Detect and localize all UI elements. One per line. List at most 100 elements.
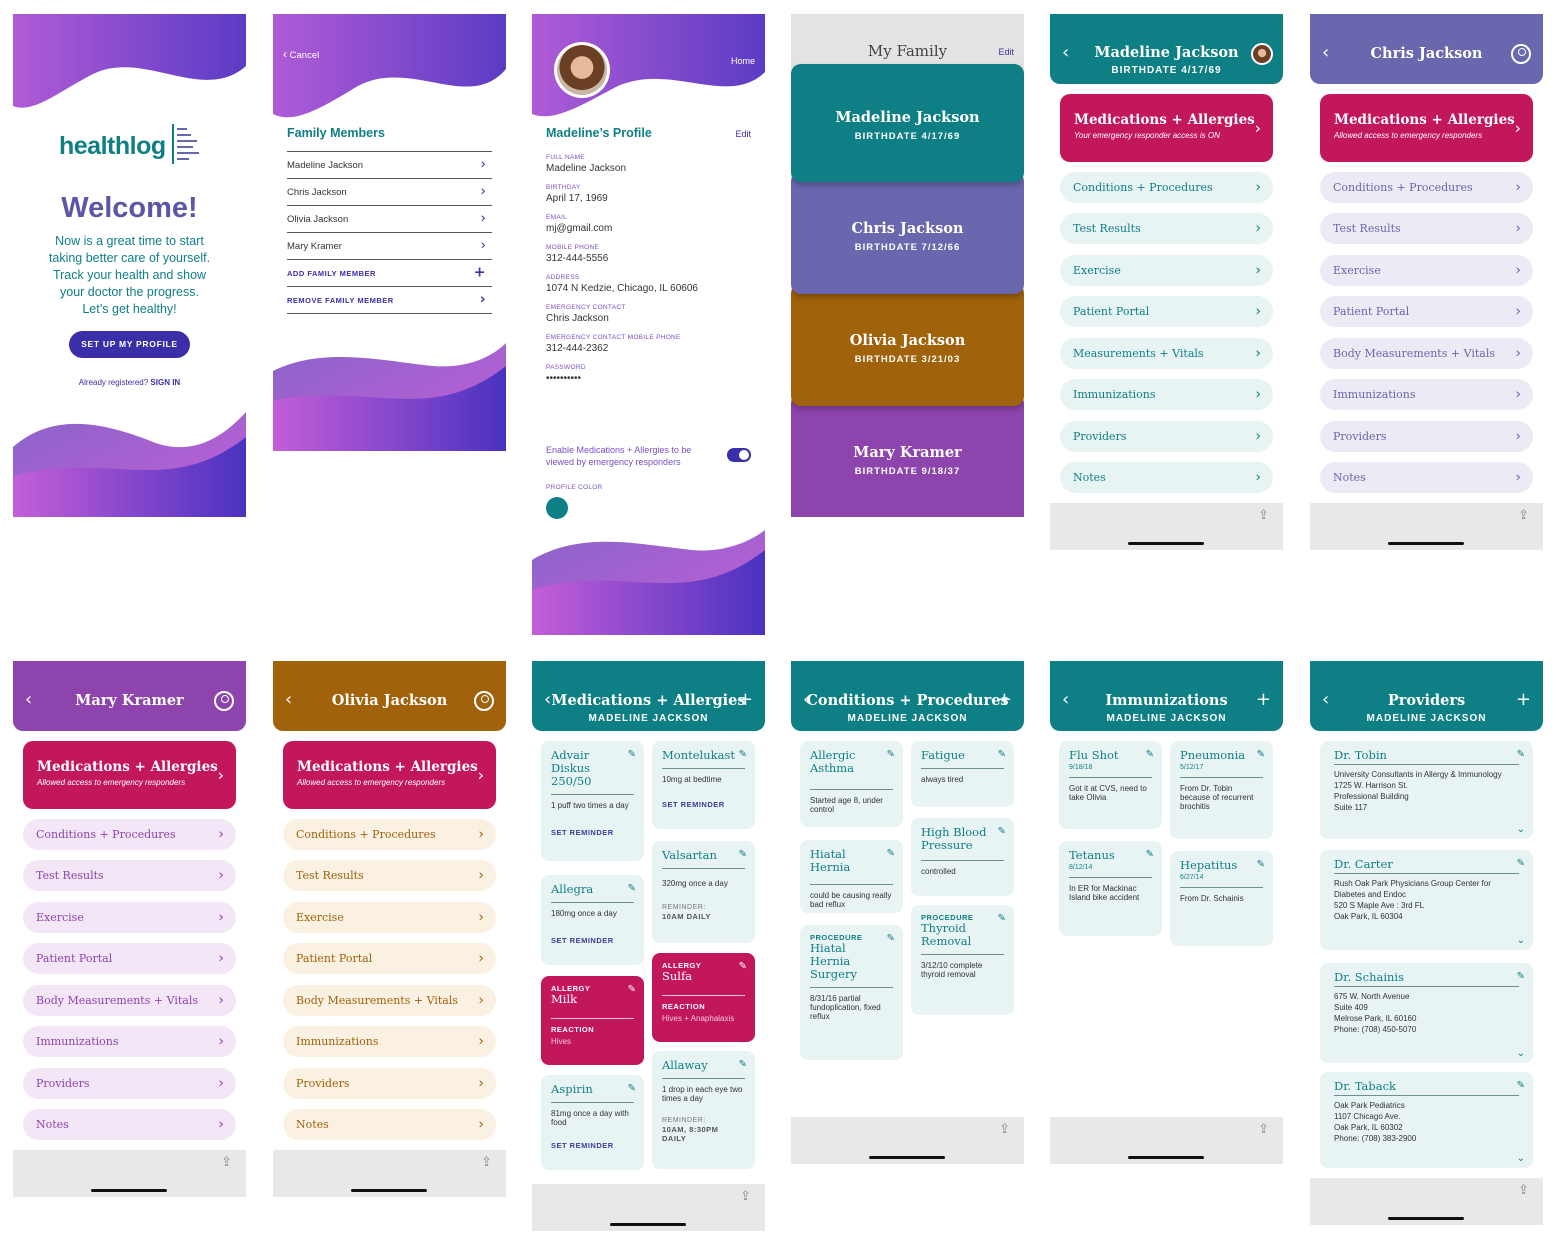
pencil-icon[interactable]: ✎ xyxy=(628,749,636,760)
plus-icon[interactable]: + xyxy=(997,689,1012,710)
cancel-button[interactable]: ‹ Cancel xyxy=(283,47,319,61)
set-reminder-link[interactable]: SET REMINDER xyxy=(551,828,634,837)
remove-family-member-button[interactable]: REMOVE FAMILY MEMBER › xyxy=(287,287,492,314)
family-card-chris[interactable]: Chris Jackson BIRTHDATE 7/12/66 xyxy=(791,172,1024,294)
menu-item-conditions[interactable]: Conditions + Procedures › xyxy=(283,819,496,850)
menu-item-test-results[interactable]: Test Results › xyxy=(283,860,496,891)
pencil-icon[interactable]: ✎ xyxy=(1517,1080,1525,1091)
menu-item-immunizations[interactable]: Immunizations › xyxy=(1320,379,1533,410)
emergency-toggle[interactable] xyxy=(727,448,751,462)
back-icon[interactable]: ‹ xyxy=(1322,42,1329,63)
add-family-member-button[interactable]: ADD FAMILY MEMBER + xyxy=(287,260,492,287)
med-card-aspirin[interactable]: Aspirin ✎ 81mg once a day with food SET R… xyxy=(541,1075,644,1170)
user-icon[interactable] xyxy=(1511,44,1531,64)
menu-item-measurements[interactable]: Body Measurements + Vitals › xyxy=(283,985,496,1016)
pencil-icon[interactable]: ✎ xyxy=(628,984,636,995)
menu-item-exercise[interactable]: Exercise › xyxy=(283,902,496,933)
avatar[interactable] xyxy=(554,42,610,98)
pencil-icon[interactable]: ✎ xyxy=(998,749,1006,760)
med-card-montelukast[interactable]: Montelukast ✎ 10mg at bedtime SET REMINDE… xyxy=(652,741,755,829)
pencil-icon[interactable]: ✎ xyxy=(739,1059,747,1070)
family-card-mary[interactable]: Mary Kramer BIRTHDATE 9/18/37 xyxy=(791,394,1024,517)
member-row[interactable]: Chris Jackson › xyxy=(287,179,492,206)
pencil-icon[interactable]: ✎ xyxy=(739,961,747,972)
medications-allergies-button[interactable]: Medications + Allergies Allowed access t… xyxy=(1320,94,1533,162)
menu-item-patient-portal[interactable]: Patient Portal › xyxy=(283,943,496,974)
menu-item-notes[interactable]: Notes › xyxy=(23,1109,236,1140)
menu-item-conditions[interactable]: Conditions + Procedures › xyxy=(1060,172,1273,203)
address-value[interactable]: 1074 N Kedzie, Chicago, IL 60606 xyxy=(546,283,751,294)
family-card-madeline[interactable]: Madeline Jackson BIRTHDATE 4/17/69 xyxy=(791,64,1024,182)
back-icon[interactable]: ‹ xyxy=(544,689,551,710)
condition-card-hernia[interactable]: Hiatal Hernia ✎ could be causing really b… xyxy=(800,840,903,913)
pencil-icon[interactable]: ✎ xyxy=(628,1083,636,1094)
menu-item-patient-portal[interactable]: Patient Portal › xyxy=(23,943,236,974)
condition-card-asthma[interactable]: Allergic Asthma ✎ Started age 8, under co… xyxy=(800,741,903,827)
edit-profile-link[interactable]: Edit xyxy=(735,129,751,139)
menu-item-exercise[interactable]: Exercise › xyxy=(1320,255,1533,286)
allergy-card-milk[interactable]: ALLERGY Milk ✎ REACTION Hives xyxy=(541,976,644,1065)
share-icon[interactable]: ⇪ xyxy=(221,1155,232,1170)
menu-item-providers[interactable]: Providers › xyxy=(283,1068,496,1099)
menu-item-providers[interactable]: Providers › xyxy=(1060,421,1273,452)
back-icon[interactable]: ‹ xyxy=(1062,689,1069,710)
user-icon[interactable] xyxy=(474,691,494,711)
menu-item-conditions[interactable]: Conditions + Procedures › xyxy=(23,819,236,850)
pencil-icon[interactable]: ✎ xyxy=(1257,859,1265,870)
plus-icon[interactable]: + xyxy=(1516,689,1531,710)
provider-card-schainis[interactable]: Dr. Schainis ✎ 675 W. North Avenue Suite … xyxy=(1320,963,1533,1063)
menu-item-test-results[interactable]: Test Results › xyxy=(23,860,236,891)
birthday-value[interactable]: April 17, 1969 xyxy=(546,193,751,204)
menu-item-notes[interactable]: Notes › xyxy=(283,1109,496,1140)
avatar[interactable] xyxy=(1251,43,1273,65)
procedure-card-hernia-surgery[interactable]: PROCEDURE Hiatal Hernia Surgery ✎ 8/31/16… xyxy=(800,925,903,1060)
family-card-olivia[interactable]: Olivia Jackson BIRTHDATE 3/21/03 xyxy=(791,284,1024,406)
profile-color-swatch[interactable] xyxy=(546,497,568,519)
condition-card-hbp[interactable]: High Blood Pressure ✎ controlled xyxy=(911,818,1014,896)
provider-card-carter[interactable]: Dr. Carter ✎ Rush Oak Park Physicians Gro… xyxy=(1320,850,1533,950)
set-reminder-link[interactable]: SET REMINDER xyxy=(551,1141,634,1150)
chevron-down-icon[interactable]: ⌄ xyxy=(1517,1153,1525,1164)
chevron-down-icon[interactable]: ⌄ xyxy=(1517,935,1525,946)
pencil-icon[interactable]: ✎ xyxy=(887,749,895,760)
medications-allergies-button[interactable]: Medications + Allergies Your emergency r… xyxy=(1060,94,1273,162)
menu-item-patient-portal[interactable]: Patient Portal › xyxy=(1060,296,1273,327)
emergency-phone-value[interactable]: 312-444-2362 xyxy=(546,343,751,354)
menu-item-test-results[interactable]: Test Results › xyxy=(1320,213,1533,244)
pencil-icon[interactable]: ✎ xyxy=(998,826,1006,837)
pencil-icon[interactable]: ✎ xyxy=(1517,858,1525,869)
back-icon[interactable]: ‹ xyxy=(25,689,32,710)
member-row[interactable]: Olivia Jackson › xyxy=(287,206,492,233)
pencil-icon[interactable]: ✎ xyxy=(998,913,1006,924)
menu-item-exercise[interactable]: Exercise › xyxy=(1060,255,1273,286)
member-row[interactable]: Madeline Jackson › xyxy=(287,152,492,179)
menu-item-test-results[interactable]: Test Results › xyxy=(1060,213,1273,244)
chevron-down-icon[interactable]: ⌄ xyxy=(1517,1048,1525,1059)
pencil-icon[interactable]: ✎ xyxy=(1517,749,1525,760)
back-icon[interactable]: ‹ xyxy=(1062,42,1069,63)
pencil-icon[interactable]: ✎ xyxy=(887,933,895,944)
procedure-card-thyroid[interactable]: PROCEDURE Thyroid Removal ✎ 3/12/10 compl… xyxy=(911,905,1014,1015)
mobile-phone-value[interactable]: 312-444-5556 xyxy=(546,253,751,264)
provider-card-tobin[interactable]: Dr. Tobin ✎ University Consultants in All… xyxy=(1320,741,1533,839)
immunization-card-flu[interactable]: Flu Shot ✎ 9/18/18 Got it at CVS, need to… xyxy=(1059,741,1162,829)
share-icon[interactable]: ⇪ xyxy=(740,1189,751,1204)
share-icon[interactable]: ⇪ xyxy=(1518,508,1529,523)
password-value[interactable]: •••••••••• xyxy=(546,373,751,384)
pencil-icon[interactable]: ✎ xyxy=(1257,749,1265,760)
set-reminder-link[interactable]: SET REMINDER xyxy=(662,800,745,809)
share-icon[interactable]: ⇪ xyxy=(1518,1183,1529,1198)
back-icon[interactable]: ‹ xyxy=(803,689,810,710)
menu-item-immunizations[interactable]: Immunizations › xyxy=(23,1026,236,1057)
back-icon[interactable]: ‹ xyxy=(285,689,292,710)
immunization-card-hepatitus[interactable]: Hepatitus ✎ 6/27/14 From Dr. Schainis xyxy=(1170,851,1273,946)
menu-item-providers[interactable]: Providers › xyxy=(23,1068,236,1099)
med-card-allaway[interactable]: Allaway ✎ 1 drop in each eye two times a … xyxy=(652,1051,755,1169)
menu-item-conditions[interactable]: Conditions + Procedures › xyxy=(1320,172,1533,203)
med-card-allegra[interactable]: Allegra ✎ 180mg once a day SET REMINDER xyxy=(541,875,644,965)
plus-icon[interactable]: + xyxy=(738,689,753,710)
member-row[interactable]: Mary Kramer › xyxy=(287,233,492,260)
emergency-contact-value[interactable]: Chris Jackson xyxy=(546,313,751,324)
home-link[interactable]: Home xyxy=(731,56,755,66)
pencil-icon[interactable]: ✎ xyxy=(628,883,636,894)
